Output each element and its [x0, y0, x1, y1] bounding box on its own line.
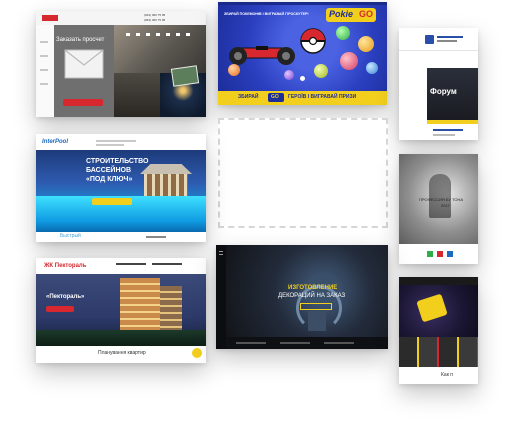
site-card-pools[interactable]: InterPool СТРОИТЕЛЬСТВО БАССЕЙНОВ «ПОД К…	[36, 134, 206, 242]
pokemon-bubble	[314, 64, 328, 78]
decor-footer-line	[236, 342, 266, 344]
apartments-trees	[36, 330, 206, 346]
apartments-cta-button[interactable]	[46, 306, 74, 312]
apartments-footer-text: Планування квартир	[98, 350, 146, 356]
ceiling-photo-left	[114, 73, 160, 117]
ceiling-top-bar	[36, 11, 206, 26]
brand-right-text-line	[433, 134, 455, 136]
brand-right-word: Форум	[430, 87, 457, 96]
decor-sidebar	[216, 245, 226, 349]
ceiling-headline: Заказать просчет	[56, 37, 105, 43]
pokemon-carousel-dot[interactable]	[300, 76, 305, 81]
ceiling-card-deco	[170, 65, 200, 87]
apartments-header-line	[152, 263, 182, 265]
site-card-fashion[interactable]: ПРОФЕССИЯ БУ ТОНА 2017	[399, 154, 478, 264]
pokemon-bubble	[336, 26, 350, 40]
site-card-apartments[interactable]: ЖК Пектораль «Пектораль» Планування квар…	[36, 258, 206, 363]
pools-headline-1: СТРОИТЕЛЬСТВО	[86, 158, 149, 165]
pokemon-bubble	[228, 64, 240, 76]
decor-menu-line	[219, 254, 223, 255]
ceiling-sidebar-line	[40, 55, 48, 57]
brand-right-logo-line	[437, 40, 457, 42]
pokemon-brand-go: GO	[359, 9, 374, 19]
apartments-logo: ЖК Пектораль	[44, 263, 87, 269]
pokemon-footer-right: ГЕРОЇВ І ВИГРАВАЙ ПРИЗИ	[288, 94, 357, 100]
envelope-icon	[64, 49, 104, 79]
brand-right-accent	[427, 120, 478, 124]
apartments-chat-icon[interactable]	[192, 348, 202, 358]
pools-footer-text: Быстрый	[60, 233, 81, 239]
decor-headline-1: ИЗГОТОВЛЕНИЕ	[288, 285, 338, 291]
fashion-strip-dot	[427, 251, 433, 257]
decor-cta-button[interactable]	[300, 303, 332, 310]
fashion-year: 2017	[441, 203, 450, 208]
pokemon-footer-left: ЗБИРАЙ	[238, 94, 259, 100]
brand-right-logo-mark	[425, 35, 434, 44]
ceiling-sidebar-line	[40, 83, 48, 85]
fashion-strip-dot	[447, 251, 453, 257]
pools-gazebo-body	[144, 174, 188, 196]
pokemon-bubble	[284, 70, 294, 80]
ceiling-lights	[126, 33, 196, 36]
decor-headline-2: ДЕКОРАЦИЙ НА ЗАКАЗ	[278, 293, 346, 299]
site-card-ceiling[interactable]: (044) 360 75 05 (063) 360 75 05 Заказать…	[36, 11, 206, 117]
brand-right-logo-line	[437, 36, 463, 38]
pokemon-bubble	[358, 36, 374, 52]
pools-logo: InterPool	[42, 139, 69, 145]
empty-dropzone[interactable]	[218, 118, 388, 228]
ceiling-sidebar-line	[40, 69, 48, 71]
decor-menu-line	[219, 251, 223, 252]
ceiling-sidebar	[36, 25, 55, 117]
fashion-strip-dot	[437, 251, 443, 257]
site-card-pokemon[interactable]: ЗБИРАЙ ПОКЕМОНІВ І ВИГРАВАЙ ГІРОСКУТЕР! …	[218, 2, 387, 105]
decor-footer-line	[324, 342, 354, 344]
tech-header	[399, 277, 478, 285]
brand-right-text-line	[433, 129, 463, 131]
pokemon-brand: Pokie	[329, 9, 354, 19]
ceiling-order-button[interactable]	[63, 99, 103, 106]
site-card-decor[interactable]: ИЗГОТОВЛЕНИЕ ДЕКОРАЦИЙ НА ЗАКАЗ	[216, 245, 388, 349]
pokeball-icon	[300, 28, 326, 54]
pokemon-footer-go: GO	[271, 94, 279, 100]
site-card-tech[interactable]: Как п	[399, 277, 478, 384]
pools-cta-button[interactable]	[92, 198, 132, 205]
apartments-header-line	[116, 263, 146, 265]
pools-footer-line	[146, 236, 166, 238]
pools-nav-line	[96, 144, 124, 146]
pools-nav-line	[96, 140, 136, 142]
ceiling-phone-1: (044) 360 75 05	[144, 13, 166, 17]
pokemon-prize-text: ЗБИРАЙ ПОКЕМОНІВ І ВИГРАВАЙ ГІРОСКУТЕР!	[224, 12, 309, 16]
ceiling-logo	[42, 15, 58, 21]
tech-grid	[399, 337, 478, 367]
fashion-title: ПРОФЕССИЯ БУ ТОНА	[419, 197, 464, 202]
ceiling-phone-2: (063) 360 75 05	[144, 18, 166, 22]
ceiling-sidebar-line	[40, 41, 48, 43]
decor-footer-line	[280, 342, 310, 344]
decor-sculpture-base	[308, 311, 326, 331]
pokemon-bubble	[340, 52, 358, 70]
pools-headline-3: «ПОД КЛЮЧ»	[86, 176, 133, 183]
fashion-figure	[429, 174, 451, 218]
tech-footer-text: Как п	[441, 372, 453, 378]
apartments-subtitle: «Пектораль»	[46, 294, 85, 300]
pools-headline-2: БАССЕЙНОВ	[86, 167, 132, 174]
pokemon-bubble	[366, 62, 378, 74]
site-card-brand-right[interactable]: Форум	[399, 28, 478, 140]
